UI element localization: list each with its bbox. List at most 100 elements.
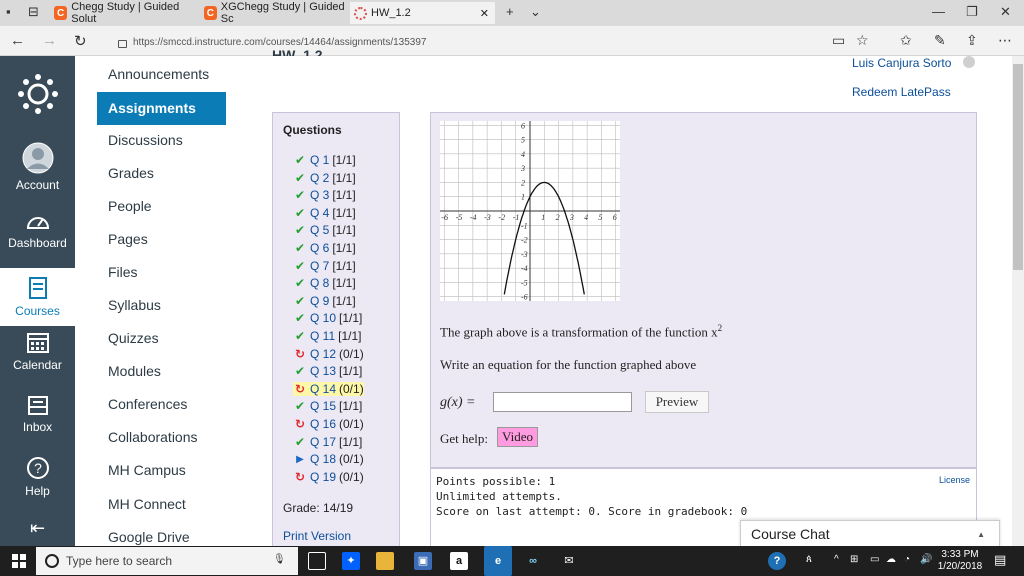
amazon-icon[interactable]: a — [450, 552, 468, 570]
tab-list-icon[interactable]: ⊟ — [28, 4, 39, 20]
battery-icon[interactable]: ▭ — [870, 554, 879, 565]
tab-hw[interactable]: HW_1.2 ✕ — [350, 2, 495, 24]
x-tick-label: -1 — [513, 213, 520, 222]
tab-chegg-1[interactable]: C Chegg Study | Guided Solut — [50, 1, 200, 25]
question-link[interactable]: ✔ Q 3 [1/1] — [293, 188, 356, 202]
favorites-icon[interactable]: ✩ — [900, 32, 912, 49]
course-nav-files[interactable]: Files — [108, 264, 138, 280]
course-nav-quizzes[interactable]: Quizzes — [108, 330, 159, 346]
course-nav-conferences[interactable]: Conferences — [108, 396, 187, 412]
course-nav-mh-connect[interactable]: MH Connect — [108, 496, 186, 512]
question-link[interactable]: ✔ Q 6 [1/1] — [293, 241, 356, 255]
question-score: [1/1] — [332, 205, 356, 220]
course-nav-pages[interactable]: Pages — [108, 231, 148, 247]
course-nav-mh-campus[interactable]: MH Campus — [108, 462, 186, 478]
notification-icon[interactable]: ▤ — [994, 552, 1006, 568]
question-link[interactable]: ✔ Q 5 [1/1] — [293, 223, 356, 237]
restore-icon[interactable]: ❐ — [966, 4, 978, 20]
canvas-logo[interactable] — [0, 72, 75, 120]
nav-dashboard[interactable]: Dashboard — [0, 210, 75, 250]
share-icon[interactable]: ⇪ — [966, 32, 978, 49]
reading-view-icon[interactable]: ▭ — [832, 32, 845, 49]
collapse-nav-button[interactable]: ⇤ — [0, 518, 75, 539]
back-icon[interactable]: ← — [10, 32, 25, 49]
canvas-logo-icon — [17, 74, 58, 114]
question-link[interactable]: ▶ Q 18 (0/1) — [293, 452, 364, 466]
question-link[interactable]: ↻ Q 12 (0/1) — [293, 347, 364, 361]
edge-icon[interactable]: e — [484, 546, 512, 576]
store-icon[interactable]: ▣ — [414, 552, 432, 570]
y-tick-label: 4 — [521, 150, 525, 159]
preview-button[interactable]: Preview — [645, 391, 709, 413]
scrollbar-thumb[interactable] — [1013, 64, 1023, 270]
x-tick-label: 6 — [613, 213, 617, 222]
wifi-icon[interactable]: ◔ — [904, 554, 910, 565]
help-tray-icon[interactable]: ? — [768, 552, 786, 570]
course-nav-syllabus[interactable]: Syllabus — [108, 297, 161, 313]
nav-courses[interactable]: Courses — [0, 268, 75, 326]
user-link[interactable]: Luis Canjura Sorto — [852, 56, 951, 70]
question-link[interactable]: ✔ Q 1 [1/1] — [293, 153, 356, 167]
question-link[interactable]: ✔ Q 4 [1/1] — [293, 206, 356, 220]
checkmark-icon: ✔ — [294, 276, 306, 291]
question-label: Q 10 — [310, 311, 337, 326]
system-clock[interactable]: 3:33 PM 1/20/2018 — [930, 549, 990, 573]
mail-icon[interactable]: ✉ — [560, 552, 578, 570]
windows-start-icon[interactable] — [12, 554, 26, 568]
course-nav-google-drive[interactable]: Google Drive — [108, 529, 190, 545]
question-link[interactable]: ↻ Q 14 (0/1) — [293, 381, 364, 396]
question-link[interactable]: ↻ Q 16 (0/1) — [293, 417, 364, 431]
nav-account[interactable]: Account — [0, 142, 75, 192]
course-nav-collaborations[interactable]: Collaborations — [108, 429, 198, 445]
video-help-button[interactable]: Video — [497, 427, 538, 447]
course-nav-modules[interactable]: Modules — [108, 363, 161, 379]
question-link[interactable]: ↻ Q 19 (0/1) — [293, 470, 364, 484]
file-explorer-icon[interactable] — [376, 552, 394, 570]
question-link[interactable]: ✔ Q 15 [1/1] — [293, 399, 362, 413]
tab-chegg-2[interactable]: C XGChegg Study | Guided Sc — [200, 1, 348, 25]
question-link[interactable]: ✔ Q 10 [1/1] — [293, 311, 362, 325]
gear-icon[interactable] — [963, 56, 975, 68]
course-nav-people[interactable]: People — [108, 198, 152, 214]
forward-icon[interactable]: → — [42, 32, 57, 49]
course-nav-discussions[interactable]: Discussions — [108, 132, 183, 148]
more-icon[interactable]: ⋯ — [998, 32, 1012, 49]
nav-help[interactable]: ? Help — [0, 456, 75, 498]
tray-chevron-icon[interactable]: ^ — [834, 554, 839, 565]
course-nav-grades[interactable]: Grades — [108, 165, 154, 181]
taskbar-search[interactable]: Type here to search — [36, 547, 298, 575]
question-link[interactable]: ✔ Q 13 [1/1] — [293, 364, 362, 378]
new-tab-icon[interactable]: + — [506, 4, 514, 19]
question-link[interactable]: ✔ Q 8 [1/1] — [293, 276, 356, 290]
nav-calendar[interactable]: Calendar — [0, 332, 75, 372]
question-link[interactable]: ✔ Q 2 [1/1] — [293, 171, 356, 185]
question-link[interactable]: ✔ Q 17 [1/1] — [293, 435, 362, 449]
pen-icon[interactable]: ✎ — [934, 32, 946, 49]
license-link[interactable]: License — [939, 475, 970, 485]
nav-inbox[interactable]: Inbox — [0, 394, 75, 434]
print-version-link[interactable]: Print Version — [283, 529, 351, 543]
course-nav-assignments[interactable]: Assignments — [97, 92, 226, 125]
favorite-star-icon[interactable]: ☆ — [856, 32, 869, 49]
onedrive-icon[interactable]: ☁ — [886, 554, 896, 565]
answer-input[interactable] — [493, 392, 632, 412]
question-link[interactable]: ✔ Q 11 [1/1] — [293, 329, 362, 343]
close-tab-icon[interactable]: ✕ — [480, 7, 489, 20]
dropbox-icon[interactable]: ✦ — [342, 552, 360, 570]
course-chat[interactable]: Course Chat ▲ — [740, 520, 1000, 548]
redeem-latepass-link[interactable]: Redeem LatePass — [852, 85, 951, 99]
microphone-icon[interactable]: 🎙 — [273, 554, 286, 565]
people-icon[interactable]: ጰ — [806, 554, 812, 565]
task-view-icon[interactable] — [308, 552, 326, 570]
window-menu-icon[interactable]: ▪ — [6, 4, 11, 19]
question-link[interactable]: ✔ Q 9 [1/1] — [293, 294, 356, 308]
infinity-icon[interactable]: ∞ — [524, 552, 542, 570]
refresh-icon[interactable]: ↻ — [74, 32, 87, 50]
minimize-icon[interactable]: — — [932, 4, 945, 19]
close-window-icon[interactable]: ✕ — [1000, 4, 1011, 20]
network-icon[interactable]: ⊞ — [850, 554, 858, 565]
course-nav-announcements[interactable]: Announcements — [108, 66, 209, 82]
tab-dropdown-icon[interactable]: ⌄ — [530, 4, 541, 20]
url-field[interactable]: https://smccd.instructure.com/courses/14… — [118, 33, 838, 51]
question-link[interactable]: ✔ Q 7 [1/1] — [293, 259, 356, 273]
